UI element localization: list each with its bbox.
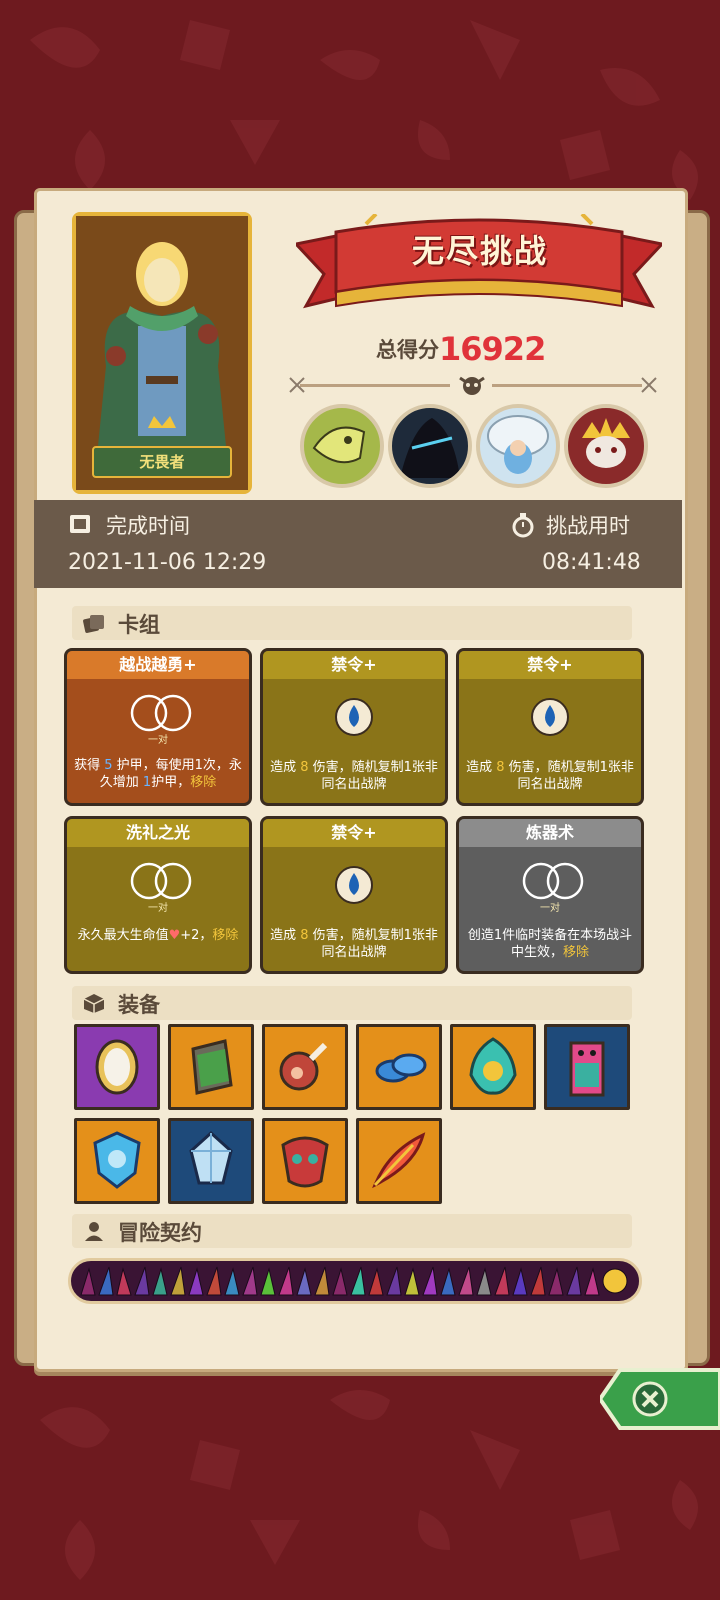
meat-icon: [279, 1042, 328, 1091]
card-title: 禁令+: [459, 651, 641, 679]
equipment-slot-5[interactable]: [450, 1024, 536, 1110]
double-ring-icon: [130, 694, 192, 732]
card-title: 禁令+: [263, 819, 445, 847]
deck-section-header: 卡组: [72, 606, 632, 640]
moss-stone-icon: [191, 1039, 233, 1095]
deck-card-3[interactable]: 禁令+ 造成 8 伤害，随机复制1张非同名出战牌: [456, 648, 644, 806]
pair-label: 一对: [540, 903, 560, 914]
card-description: 获得 5 护甲，每使用1次，永久增加 1护甲，移除: [74, 758, 242, 790]
damage-value: 8: [300, 928, 309, 943]
stopwatch-icon: [512, 513, 534, 538]
card-title: 禁令+: [263, 651, 445, 679]
armor-gain: 1: [142, 775, 152, 790]
deck-card-5[interactable]: 禁令+ 造成 8 伤害，随机复制1张非同名出战牌: [260, 816, 448, 974]
pair-label: 一对: [148, 903, 168, 914]
crossed-swords-icon: [289, 377, 305, 393]
finish-time-value: 2021-11-06 12:29: [68, 550, 267, 575]
water-drop-icon: [335, 698, 373, 736]
armor-value: 5: [104, 758, 113, 773]
frost-beast-icon: [487, 415, 549, 474]
water-drop-icon: [531, 698, 569, 736]
remove-keyword: 移除: [212, 928, 239, 943]
blue-slime-icon: [375, 1053, 427, 1083]
card-title: 越战越勇+: [67, 651, 249, 679]
contract-section-header: 冒险契约: [72, 1214, 632, 1248]
equipment-slot-4[interactable]: [356, 1024, 442, 1110]
finish-time-label: 完成时间: [106, 514, 190, 538]
deck-card-6[interactable]: 炼器术 一对 创造1件临时装备在本场战斗中生效，移除: [456, 816, 644, 974]
card-description: 造成 8 伤害，随机复制1张非同名出战牌: [270, 760, 438, 792]
box-icon: [83, 994, 105, 1013]
deck-card-4[interactable]: 洗礼之光 一对 永久最大生命值♥+2，移除: [64, 816, 252, 974]
heart-icon: ♥: [168, 928, 181, 943]
contract-label: 冒险契约: [118, 1221, 202, 1245]
card-title: 炼器术: [459, 819, 641, 847]
damage-value: 8: [300, 760, 309, 775]
equipment-slot-3[interactable]: [262, 1024, 348, 1110]
score-label: 总得分: [376, 338, 439, 362]
card-description: 创造1件临时装备在本场战斗中生效，移除: [467, 928, 633, 960]
total-score: 总得分16922: [376, 330, 616, 368]
skull-crest-icon: [459, 376, 485, 395]
water-drop-icon: [335, 866, 373, 904]
hero-name: 无畏者: [92, 446, 232, 478]
divider-right: [492, 384, 642, 387]
remove-keyword: 移除: [190, 775, 217, 790]
card-title: 洗礼之光: [67, 819, 249, 847]
hero-card[interactable]: 无畏者: [72, 212, 252, 494]
contract-strip[interactable]: [68, 1258, 642, 1304]
deck-label: 卡组: [118, 613, 160, 637]
remove-keyword: 移除: [563, 945, 590, 960]
equipment-slot-9[interactable]: [262, 1118, 348, 1204]
boss-portrait-2[interactable]: [388, 404, 472, 488]
tribal-mask-icon: [281, 1136, 329, 1188]
equipment-section-header: 装备: [72, 986, 632, 1020]
double-ring-icon: [522, 862, 584, 900]
equipment-slot-7[interactable]: [74, 1118, 160, 1204]
crossed-swords-icon: [641, 377, 657, 393]
boss-portrait-4[interactable]: [564, 404, 648, 488]
divider-left: [300, 384, 450, 387]
challenge-title: 无尽挑战: [411, 232, 548, 270]
equipment-label: 装备: [118, 993, 160, 1017]
equipment-slot-6[interactable]: [544, 1024, 630, 1110]
diamond-gem-icon: [189, 1130, 233, 1185]
film-calendar-icon: [70, 515, 90, 533]
damage-value: 8: [496, 760, 505, 775]
cards-icon: [83, 615, 104, 633]
boss-portrait-1[interactable]: [300, 404, 384, 488]
deck-card-2[interactable]: 禁令+ 造成 8 伤害，随机复制1张非同名出战牌: [260, 648, 448, 806]
pair-label: 一对: [148, 735, 168, 746]
duration-value: 08:41:48: [542, 550, 641, 575]
boss-portrait-3[interactable]: [476, 404, 560, 488]
card-description: 永久最大生命值♥+2，移除: [77, 928, 239, 943]
person-icon: [85, 1222, 103, 1241]
mirror-icon: [95, 1039, 139, 1095]
close-button[interactable]: [600, 1366, 720, 1432]
duration-label: 挑战用时: [546, 514, 630, 538]
shadow-beast-icon: [400, 418, 460, 478]
phoenix-feather-icon: [372, 1132, 426, 1189]
bone-dragon-icon: [312, 426, 366, 464]
equipment-slot-10[interactable]: [356, 1118, 442, 1204]
contract-icons-strip: [80, 1266, 628, 1296]
score-value: 16922: [439, 330, 546, 368]
equipment-slot-1[interactable]: [74, 1024, 160, 1110]
double-ring-icon: [130, 862, 192, 900]
card-description: 造成 8 伤害，随机复制1张非同名出战牌: [466, 760, 634, 792]
equipment-slot-2[interactable]: [168, 1024, 254, 1110]
bone-king-icon: [582, 418, 630, 468]
deck-card-1[interactable]: 越战越勇+ 一对 获得 5 护甲，每使用1次，永久增加 1护甲，移除: [64, 648, 252, 806]
flame-mask-icon: [469, 1037, 517, 1095]
totem-icon: [569, 1041, 605, 1097]
equipment-slot-8[interactable]: [168, 1118, 254, 1204]
card-description: 造成 8 伤害，随机复制1张非同名出战牌: [270, 928, 438, 960]
ice-shield-icon: [93, 1131, 141, 1189]
